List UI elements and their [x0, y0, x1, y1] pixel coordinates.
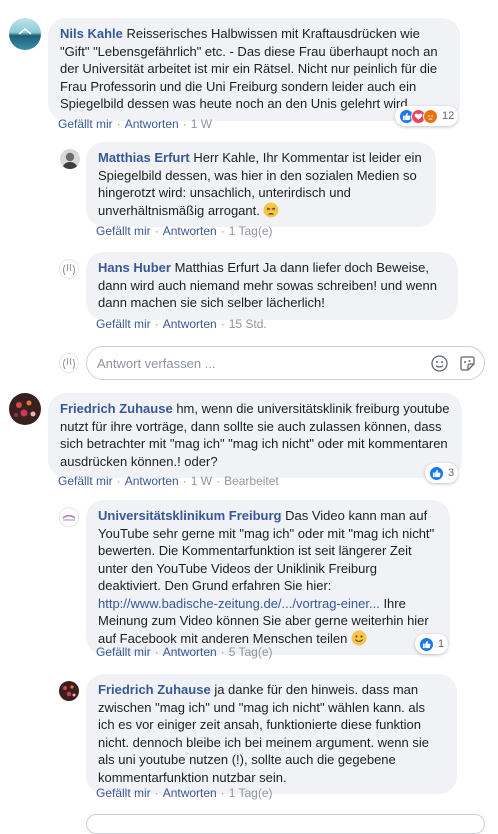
timestamp[interactable]: 15 Std. [229, 317, 267, 331]
separator-dot: · [154, 224, 159, 238]
like-link[interactable]: Gefällt mir [96, 645, 151, 659]
reply-link[interactable]: Antworten [163, 317, 217, 331]
avatar-image [14, 400, 36, 417]
smiley-emoji-icon [351, 630, 367, 645]
comment-actions: Gefällt mir · Antworten · 15 Std. [96, 317, 267, 331]
reaction-count: 1 [438, 638, 445, 650]
timestamp[interactable]: 1 W [191, 474, 212, 488]
separator-dot: · [220, 645, 225, 659]
comment-author[interactable]: Friedrich Zuhause [98, 682, 211, 697]
emoji-picker-icon[interactable] [431, 355, 448, 372]
separator-dot: · [154, 786, 159, 800]
timestamp[interactable]: 1 Tag(e) [229, 786, 273, 800]
avatar-nils-kahle[interactable] [9, 18, 41, 50]
avatar-matthias-erfurt[interactable] [60, 149, 80, 169]
comment-actions: Gefällt mir · Antworten · 1 W [58, 117, 212, 131]
separator-dot: · [116, 117, 121, 131]
timestamp[interactable]: 1 Tag(e) [229, 224, 273, 238]
comment-bubble: Matthias Erfurt Herr Kahle, Ihr Kommenta… [86, 142, 436, 227]
like-link[interactable]: Gefällt mir [58, 117, 113, 131]
timestamp[interactable]: 5 Tag(e) [229, 645, 273, 659]
comment-author[interactable]: Universitätsklinikum Freiburg [98, 508, 282, 523]
separator-dot: · [220, 317, 225, 331]
comment-bubble: Friedrich Zuhause hm, wenn die universit… [48, 393, 462, 478]
avatar-image [18, 28, 32, 35]
separator-dot: · [154, 645, 159, 659]
reply-link[interactable]: Antworten [163, 786, 217, 800]
comment-actions: Gefällt mir · Antworten · 1 Tag(e) [96, 224, 273, 238]
separator-dot: · [182, 117, 187, 131]
reply-input[interactable] [97, 347, 417, 379]
comment-actions: Gefällt mir · Antworten · 1 Tag(e) [96, 786, 273, 800]
comment-bubble: Nils Kahle Reisserisches Halbwissen mit … [48, 18, 460, 121]
separator-dot: · [220, 224, 225, 238]
separator-dot: · [220, 786, 225, 800]
comment-bubble: Universitätsklinikum Freiburg Das Video … [86, 500, 450, 655]
like-icon [429, 465, 444, 481]
avatar-universitaetsklinikum[interactable] [59, 507, 79, 527]
reply-link[interactable]: Antworten [163, 224, 217, 238]
tired-face-emoji-icon [263, 202, 279, 217]
comment-actions: Gefällt mir · Antworten · 5 Tag(e) [96, 645, 273, 659]
reply-link[interactable]: Antworten [125, 117, 179, 131]
reaction-summary[interactable]: 1 [415, 634, 449, 654]
reaction-count: 12 [442, 110, 455, 122]
avatar-current-user [59, 353, 79, 373]
separator-dot: · [154, 317, 159, 331]
reaction-summary[interactable]: 3 [425, 463, 459, 483]
avatar-friedrich-zuhause[interactable] [9, 393, 41, 425]
reaction-summary[interactable]: 12 [395, 106, 459, 126]
sticker-icon[interactable] [459, 355, 476, 372]
reply-link[interactable]: Antworten [125, 474, 179, 488]
comment-actions: Gefällt mir · Antworten · 1 W · Bearbeitet [58, 474, 279, 488]
like-icon [419, 636, 434, 652]
timestamp[interactable]: 1 W [191, 117, 212, 131]
edited-label[interactable]: Bearbeitet [224, 474, 279, 488]
reaction-count: 3 [448, 467, 455, 479]
comment-text: ja danke für den hinweis. dass man zwisc… [98, 682, 429, 785]
reply-composer [86, 346, 485, 380]
comment-author[interactable]: Hans Huber [98, 260, 171, 275]
next-reply-composer-edge [86, 814, 485, 834]
comment-author[interactable]: Nils Kahle [60, 26, 123, 41]
like-link[interactable]: Gefällt mir [96, 224, 151, 238]
comment-bubble: Hans Huber Matthias Erfurt Ja dann liefe… [86, 252, 458, 320]
avatar-image [63, 357, 75, 370]
avatar-image [62, 152, 78, 169]
comment-author[interactable]: Matthias Erfurt [98, 150, 190, 165]
like-link[interactable]: Gefällt mir [96, 317, 151, 331]
angry-icon [423, 108, 438, 124]
separator-dot: · [116, 474, 121, 488]
like-link[interactable]: Gefällt mir [96, 786, 151, 800]
avatar-image [62, 515, 76, 521]
article-link[interactable]: http://www.badische-zeitung.de/.../vortr… [98, 596, 380, 611]
avatar-image [63, 263, 75, 276]
avatar-friedrich-zuhause[interactable] [59, 681, 79, 701]
avatar-image [63, 685, 76, 697]
separator-dot: · [216, 474, 221, 488]
comment-bubble: Friedrich Zuhause ja danke für den hinwe… [86, 674, 457, 794]
comment-author[interactable]: Friedrich Zuhause [60, 401, 173, 416]
like-link[interactable]: Gefällt mir [58, 474, 113, 488]
avatar-hans-huber[interactable] [59, 259, 79, 279]
reply-link[interactable]: Antworten [163, 645, 217, 659]
separator-dot: · [182, 474, 187, 488]
